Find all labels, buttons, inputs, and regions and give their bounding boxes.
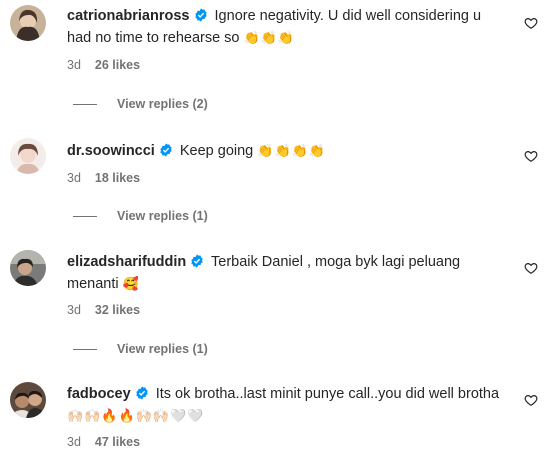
comment-likes[interactable]: 18 likes [95, 171, 140, 185]
comment-emoji: 🥰 [122, 276, 140, 291]
avatar[interactable] [10, 382, 46, 418]
verified-badge-icon [159, 143, 173, 157]
like-heart-icon[interactable] [524, 16, 538, 30]
like-heart-icon[interactable] [524, 149, 538, 163]
avatar-image [10, 382, 46, 418]
verified-badge-icon [194, 8, 208, 22]
view-replies-label[interactable]: View replies (1) [117, 209, 208, 223]
comment-time[interactable]: 3d [67, 435, 81, 449]
replies-divider [73, 216, 97, 218]
comment-text: Keep going [179, 143, 254, 159]
view-replies-label[interactable]: View replies (2) [117, 97, 208, 111]
avatar[interactable] [10, 5, 46, 41]
comment-text: Its ok brotha..last minit punye call..yo… [155, 386, 500, 402]
comment-body: dr.soowincci Keep going 👏👏👏👏 [67, 140, 507, 162]
avatar-image [10, 250, 46, 286]
view-replies[interactable]: View replies (1) [73, 341, 208, 357]
comment-body: catrionabrianross Ignore negativity. U d… [67, 6, 507, 49]
comment-emoji: 👏👏👏 [243, 30, 296, 45]
comment-time[interactable]: 3d [67, 58, 81, 72]
comment-emoji: 🙌🏻🙌🏻🔥🔥🙌🏻🙌🏻🤍🤍 [67, 408, 205, 423]
avatar-image [10, 138, 46, 174]
avatar[interactable] [10, 250, 46, 286]
view-replies-label[interactable]: View replies (1) [117, 342, 208, 356]
comment-likes[interactable]: 47 likes [95, 435, 140, 449]
replies-divider [73, 104, 97, 106]
avatar[interactable] [10, 138, 46, 174]
comment-meta: 3d 47 likes [67, 434, 140, 450]
view-replies[interactable]: View replies (1) [73, 208, 208, 224]
comment-emoji: 👏👏👏👏 [257, 143, 327, 158]
view-replies[interactable]: View replies (2) [73, 96, 208, 112]
comment-username[interactable]: catrionabrianross [67, 8, 190, 24]
comment-time[interactable]: 3d [67, 171, 81, 185]
like-heart-icon[interactable] [524, 261, 538, 275]
comment-username[interactable]: elizadsharifuddin [67, 254, 186, 270]
avatar-image [10, 5, 46, 41]
verified-badge-icon [190, 254, 204, 268]
comment-likes[interactable]: 26 likes [95, 58, 140, 72]
comment-time[interactable]: 3d [67, 303, 81, 317]
like-heart-icon[interactable] [524, 393, 538, 407]
replies-divider [73, 349, 97, 351]
comment-username[interactable]: fadbocey [67, 386, 131, 402]
comment-meta: 3d 32 likes [67, 302, 140, 318]
comment-meta: 3d 18 likes [67, 170, 140, 186]
verified-badge-icon [135, 386, 149, 400]
comment-body: elizadsharifuddin Terbaik Daniel , moga … [67, 252, 507, 295]
comment-username[interactable]: dr.soowincci [67, 143, 155, 159]
comment-body: fadbocey Its ok brotha..last minit punye… [67, 384, 507, 427]
comment-likes[interactable]: 32 likes [95, 303, 140, 317]
comment-meta: 3d 26 likes [67, 57, 140, 73]
